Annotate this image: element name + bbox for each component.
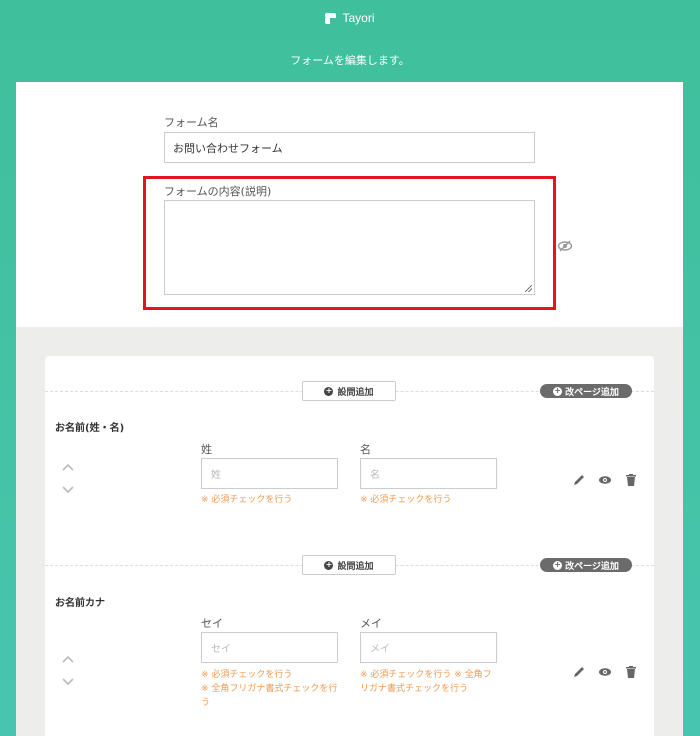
question-title: お名前カナ (55, 598, 105, 609)
question-title: お名前(姓・名) (55, 423, 125, 434)
form-name-label: フォーム名 (164, 116, 219, 129)
eye-slash-icon[interactable] (557, 240, 573, 252)
required-check-link[interactable]: ※ 必須チェックを行う ※ 全角フリガナ書式チェックを行う (201, 668, 339, 710)
page-subtitle: フォームを編集します。 (290, 54, 410, 67)
highlight-box (143, 176, 556, 310)
first-name-input[interactable]: 名 (360, 458, 497, 489)
add-question-label: 設問追加 (337, 387, 374, 398)
required-check-link[interactable]: ※ 必須チェックを行う (360, 493, 500, 507)
field-label: 名 (360, 443, 371, 456)
last-name-kana-input[interactable]: セイ (201, 632, 338, 663)
add-question-button[interactable]: + 設問追加 (302, 555, 396, 575)
eye-icon[interactable] (598, 665, 612, 679)
plus-icon: + (324, 386, 334, 396)
required-check-link[interactable]: ※ 必須チェックを行う (201, 493, 341, 507)
add-page-break-label: 改ページ追加 (565, 387, 619, 398)
add-page-break-button[interactable]: + 改ページ追加 (540, 558, 632, 572)
field-label: メイ (360, 617, 382, 630)
trash-icon[interactable] (624, 665, 638, 679)
chevron-up-icon[interactable] (61, 462, 75, 472)
field-label: 姓 (201, 443, 212, 456)
plus-icon: + (553, 560, 563, 570)
required-check-link[interactable]: ※ 必須チェックを行う ※ 全角フリガナ書式チェックを行う (360, 668, 500, 696)
last-name-input[interactable]: 姓 (201, 458, 338, 489)
plus-icon: + (553, 386, 563, 396)
trash-icon[interactable] (624, 473, 638, 487)
add-question-label: 設問追加 (337, 561, 374, 572)
brand-logo[interactable]: Tayori (325, 11, 375, 25)
chevron-down-icon[interactable] (61, 485, 75, 495)
top-bar: Tayori (0, 0, 700, 36)
field-label: セイ (201, 617, 223, 630)
first-name-kana-input[interactable]: メイ (360, 632, 497, 663)
plus-icon: + (324, 560, 334, 570)
add-page-break-label: 改ページ追加 (565, 561, 619, 572)
brand-name: Tayori (342, 11, 375, 25)
add-page-break-button[interactable]: + 改ページ追加 (540, 384, 632, 398)
chevron-down-icon[interactable] (61, 677, 75, 687)
questions-card (45, 356, 654, 736)
chevron-up-icon[interactable] (61, 654, 75, 664)
eye-icon[interactable] (598, 473, 612, 487)
pencil-icon[interactable] (572, 665, 586, 679)
tayori-logo-icon (325, 12, 337, 24)
form-name-input[interactable]: お問い合わせフォーム (164, 132, 535, 163)
pencil-icon[interactable] (572, 473, 586, 487)
add-question-button[interactable]: + 設問追加 (302, 381, 396, 401)
